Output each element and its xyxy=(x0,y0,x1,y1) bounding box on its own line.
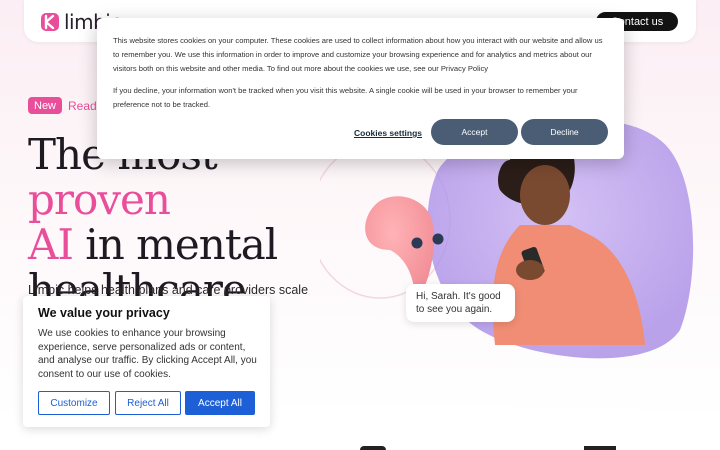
headline-text: in mental xyxy=(72,220,278,269)
partner-logo xyxy=(584,446,616,450)
chat-bubble: Hi, Sarah. It's good to see you again. xyxy=(406,284,515,322)
cookie-banner-text: If you decline, your information won't b… xyxy=(113,86,578,109)
customize-button[interactable]: Customize xyxy=(38,391,110,415)
partner-logo xyxy=(360,446,386,450)
headline-accent: AI xyxy=(28,220,74,269)
privacy-consent-box: We value your privacy We use cookies to … xyxy=(23,296,270,427)
headline-accent: proven xyxy=(28,175,171,224)
read-link[interactable]: Read xyxy=(68,99,97,113)
new-badge: New xyxy=(28,97,63,114)
cookies-settings-link[interactable]: Cookies settings xyxy=(354,126,422,140)
accept-button[interactable]: Accept xyxy=(431,119,518,145)
accept-all-button[interactable]: Accept All xyxy=(185,391,255,415)
cookie-banner-text: This website stores cookies on your comp… xyxy=(113,36,603,73)
decline-button[interactable]: Decline xyxy=(521,119,608,145)
hero-subheadline: Limbic helps health plans and care provi… xyxy=(28,283,309,297)
cookie-banner: This website stores cookies on your comp… xyxy=(97,18,624,159)
limbic-logo-icon xyxy=(41,13,59,31)
chat-line: to see you again. xyxy=(416,304,493,315)
reject-all-button[interactable]: Reject All xyxy=(115,391,181,415)
chat-line: Hi, Sarah. It's good xyxy=(416,291,501,302)
privacy-text: We use cookies to enhance your browsing … xyxy=(38,328,257,380)
cookie-banner-actions: Cookies settings Accept Decline xyxy=(97,119,624,145)
privacy-title: We value your privacy xyxy=(38,306,170,320)
